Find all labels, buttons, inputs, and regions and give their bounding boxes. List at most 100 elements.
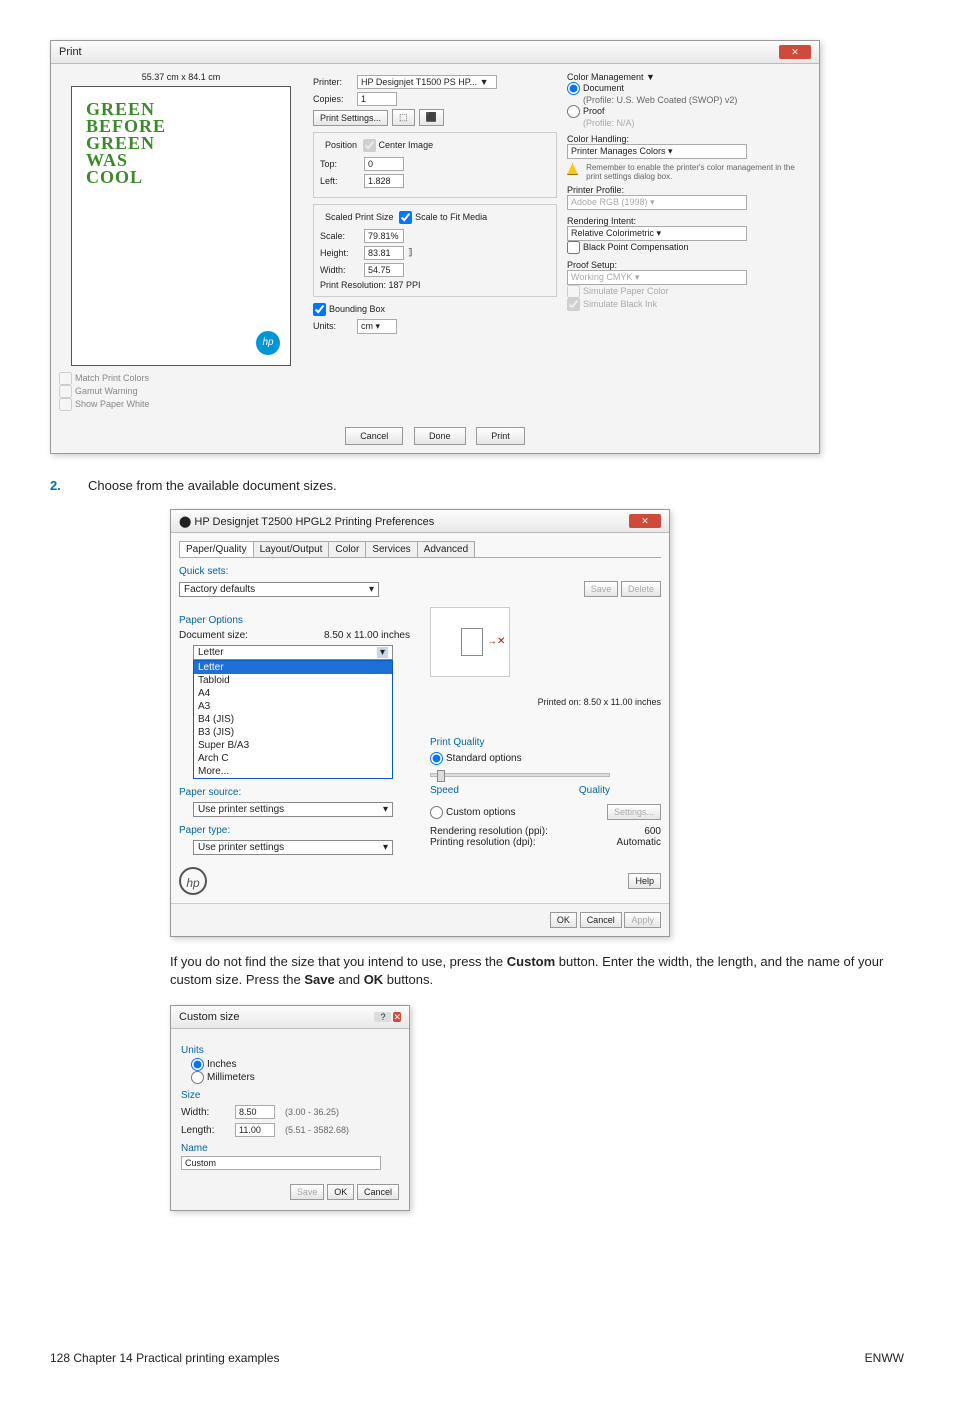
print-quality-label: Print Quality (430, 737, 661, 748)
name-label: Name (181, 1143, 399, 1154)
size-option[interactable]: A3 (194, 700, 392, 713)
print-settings-button[interactable]: Print Settings... (313, 110, 388, 126)
apply-button[interactable]: Apply (624, 912, 661, 928)
chevron-down-icon: ▾ (369, 584, 374, 595)
ok-button[interactable]: OK (327, 1184, 354, 1200)
custom-width-input[interactable]: 8.50 (235, 1105, 275, 1119)
close-icon[interactable]: ✕ (629, 514, 661, 528)
size-option[interactable]: Tabloid (194, 674, 392, 687)
show-paper-white-checkbox[interactable]: Show Paper White (59, 398, 303, 411)
millimeters-radio[interactable]: Millimeters (191, 1071, 399, 1084)
document-size-select[interactable]: Letter▾ (193, 645, 393, 660)
paper-preview-thumbnail (430, 607, 510, 677)
gamut-warning-checkbox[interactable]: Gamut Warning (59, 385, 303, 398)
tab-color[interactable]: Color (328, 541, 366, 557)
tab-layout-output[interactable]: Layout/Output (253, 541, 330, 557)
print-dialog-titlebar: Print ✕ (51, 41, 819, 64)
size-option-more[interactable]: More... (194, 765, 392, 778)
cancel-button[interactable]: Cancel (580, 912, 622, 928)
paper-source-select[interactable]: Use printer settings▾ (193, 802, 393, 817)
color-handling-label: Color Handling: (567, 134, 811, 144)
close-icon[interactable]: ✕ (393, 1012, 401, 1022)
custom-options-radio[interactable]: Custom options (430, 806, 515, 819)
help-button[interactable]: Help (628, 873, 661, 889)
color-management-title[interactable]: Color Management ▼ (567, 72, 811, 82)
custom-size-dialog: Custom size ?✕ Units Inches Millimeters … (170, 1005, 410, 1211)
tab-services[interactable]: Services (365, 541, 417, 557)
match-print-colors-checkbox[interactable]: Match Print Colors (59, 372, 303, 385)
settings-button[interactable]: Settings... (607, 804, 661, 820)
delete-button[interactable]: Delete (621, 581, 661, 597)
cancel-button[interactable]: Cancel (357, 1184, 399, 1200)
rendering-intent-select[interactable]: Relative Colorimetric ▾ (567, 226, 747, 241)
close-icon[interactable]: ✕ (779, 45, 811, 59)
print-button[interactable]: Print (476, 427, 525, 445)
step-text: Choose from the available document sizes… (88, 478, 337, 493)
hp-icon: ⬤ (179, 516, 191, 528)
document-size-dropdown-open[interactable]: Letter Tabloid A4 A3 B4 (JIS) B3 (JIS) S… (193, 660, 393, 779)
chevron-down-icon: ▾ (377, 647, 388, 658)
paper-type-select[interactable]: Use printer settings▾ (193, 840, 393, 855)
tab-paper-quality[interactable]: Paper/Quality (179, 541, 254, 557)
ok-button[interactable]: OK (550, 912, 577, 928)
inches-radio[interactable]: Inches (191, 1058, 399, 1071)
quick-sets-label: Quick sets: (179, 566, 661, 577)
proof-radio[interactable]: Proof (567, 106, 605, 116)
quick-sets-select[interactable]: Factory defaults▾ (179, 582, 379, 597)
instruction-text: If you do not find the size that you int… (170, 953, 904, 989)
custom-name-input[interactable]: Custom (181, 1156, 381, 1170)
paper-type-label: Paper type: (179, 825, 410, 836)
simulate-black-checkbox[interactable]: Simulate Black Ink (567, 299, 657, 309)
proof-setup-select[interactable]: Working CMYK ▾ (567, 270, 747, 285)
units-select[interactable]: cm ▾ (357, 319, 397, 334)
left-input[interactable]: 1.828 (364, 174, 404, 188)
cancel-button[interactable]: Cancel (345, 427, 403, 445)
done-button[interactable]: Done (414, 427, 466, 445)
size-option[interactable]: A4 (194, 687, 392, 700)
document-radio[interactable]: Document (567, 83, 624, 93)
preview-dimensions: 55.37 cm x 84.1 cm (59, 72, 303, 82)
standard-options-radio[interactable]: Standard options (430, 753, 522, 764)
printer-profile-label: Printer Profile: (567, 185, 811, 195)
quality-slider[interactable] (430, 773, 610, 777)
orientation-landscape-icon[interactable]: ⬛ (419, 109, 444, 126)
footer-left: 128 Chapter 14 Practical printing exampl… (50, 1351, 279, 1365)
tab-advanced[interactable]: Advanced (417, 541, 475, 557)
custom-length-input[interactable]: 11.00 (235, 1123, 275, 1137)
print-dialog-title: Print (59, 46, 82, 58)
print-dialog: Print ✕ 55.37 cm x 84.1 cm GREENBEFOREGR… (50, 40, 820, 454)
custom-size-titlebar: Custom size ?✕ (171, 1006, 409, 1029)
top-input[interactable]: 0 (364, 157, 404, 171)
hp-logo-icon: hp (179, 867, 207, 895)
size-option-letter[interactable]: Letter (194, 661, 392, 674)
printer-select[interactable]: HP Designjet T1500 PS HP... ▼ (357, 75, 497, 89)
document-size-value: 8.50 x 11.00 inches (324, 630, 410, 641)
printer-profile-select[interactable]: Adobe RGB (1998) ▾ (567, 195, 747, 210)
scale-input[interactable]: 79.81% (364, 229, 404, 243)
size-option[interactable]: B4 (JIS) (194, 713, 392, 726)
size-option[interactable]: Arch C (194, 752, 392, 765)
link-icon[interactable]: ⟧ (408, 247, 412, 258)
bounding-box-checkbox[interactable]: Bounding Box (313, 304, 385, 314)
scaled-print-size-title: Scaled Print Size (322, 212, 397, 222)
copies-label: Copies: (313, 94, 353, 104)
step-number: 2. (50, 478, 70, 493)
simulate-paper-checkbox[interactable]: Simulate Paper Color (567, 286, 669, 296)
save-button[interactable]: Save (584, 581, 619, 597)
size-label: Size (181, 1090, 399, 1101)
size-option[interactable]: B3 (JIS) (194, 726, 392, 739)
size-option[interactable]: Super B/A3 (194, 739, 392, 752)
help-icon[interactable]: ? (374, 1012, 391, 1022)
black-point-checkbox[interactable]: Black Point Compensation (567, 242, 689, 252)
color-handling-select[interactable]: Printer Manages Colors ▾ (567, 144, 747, 159)
center-image-checkbox[interactable]: Center Image (363, 140, 434, 150)
paper-options-label: Paper Options (179, 615, 410, 626)
copies-input[interactable]: 1 (357, 92, 397, 106)
orientation-portrait-icon[interactable]: ⬚ (392, 109, 415, 126)
save-button[interactable]: Save (290, 1184, 325, 1200)
scale-to-fit-checkbox[interactable]: Scale to Fit Media (399, 212, 487, 222)
height-input[interactable]: 83.81 (364, 246, 404, 260)
printed-on-label: Printed on: 8.50 x 11.00 inches (430, 697, 661, 707)
width-input[interactable]: 54.75 (364, 263, 404, 277)
position-group-title: Position (322, 140, 360, 150)
